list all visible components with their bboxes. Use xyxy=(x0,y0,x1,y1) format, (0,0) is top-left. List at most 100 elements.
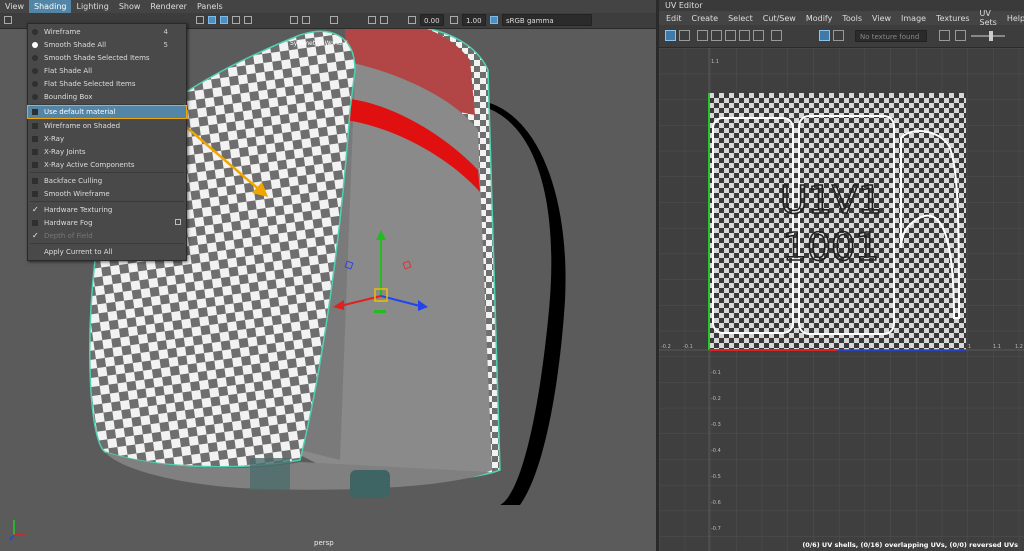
viewport-panel[interactable]: View Shading Lighting Show Renderer Pane… xyxy=(0,0,656,551)
uv-menu-select[interactable]: Select xyxy=(723,14,758,23)
shadows-icon[interactable] xyxy=(244,16,252,24)
axis-label: 1.1 xyxy=(993,344,1001,350)
menu-item-xray-active-components[interactable]: X-Ray Active Components xyxy=(28,159,186,171)
axis-label: 1.2 xyxy=(1015,344,1023,350)
viewport-menubar: View Shading Lighting Show Renderer Pane… xyxy=(0,0,656,13)
menu-item-xray-joints[interactable]: X-Ray Joints xyxy=(28,146,186,158)
menu-divider xyxy=(30,201,184,202)
axis-label: -0.3 xyxy=(711,422,721,428)
axis-label: 1 xyxy=(968,344,971,350)
gamma-field[interactable]: 1.00 xyxy=(462,14,486,26)
axis-label: -0.2 xyxy=(661,344,671,350)
option-box-icon[interactable] xyxy=(175,219,181,225)
menu-item-smooth-wireframe[interactable]: Smooth Wireframe xyxy=(28,188,186,200)
uv-tile-label-name: U1V1 xyxy=(780,178,882,222)
uv-canvas[interactable]: U1V1 1001 1.1 -0.2 -0.1 1 1.1 1.2 -0.1 -… xyxy=(659,48,1024,551)
color-management-icon[interactable] xyxy=(490,16,498,24)
uv-exposure-icon[interactable] xyxy=(955,30,966,41)
menu-item-flat-shade-all[interactable]: Flat Shade All xyxy=(28,65,186,77)
uv-editor-menubar: Edit Create Select Cut/Sew Modify Tools … xyxy=(659,9,1024,27)
menu-view[interactable]: View xyxy=(0,0,29,13)
menu-item-smooth-shade-selected[interactable]: Smooth Shade Selected Items xyxy=(28,52,186,64)
axis-label: -0.5 xyxy=(711,474,721,480)
axis-label: -0.6 xyxy=(711,500,721,506)
menu-item-smooth-shade-all[interactable]: Smooth Shade All 5 xyxy=(28,39,186,51)
axis-label: -0.2 xyxy=(711,396,721,402)
uv-menu-image[interactable]: Image xyxy=(896,14,931,23)
camera-label: persp xyxy=(314,539,334,547)
uv-bake-icon[interactable] xyxy=(753,30,764,41)
shading-menu: Wireframe 4 Smooth Shade All 5 Smooth Shad… xyxy=(27,23,187,261)
menu-item-depth-of-field: ✓ Depth of Field xyxy=(32,231,93,240)
exposure-icon[interactable] xyxy=(408,16,416,24)
uv-shaded-icon[interactable] xyxy=(697,30,708,41)
menu-renderer[interactable]: Renderer xyxy=(145,0,192,13)
axis-label: -0.1 xyxy=(683,344,693,350)
wireframe-icon[interactable] xyxy=(196,16,204,24)
uv-tile-label-number: 1001 xyxy=(783,225,880,269)
textured-icon[interactable] xyxy=(220,16,228,24)
menu-item-backface-culling[interactable]: Backface Culling xyxy=(28,175,186,187)
uv-menu-cut-sew[interactable]: Cut/Sew xyxy=(758,14,801,23)
uv-distortion-icon[interactable] xyxy=(711,30,722,41)
menu-divider xyxy=(30,243,184,244)
xray-icon[interactable] xyxy=(302,16,310,24)
smooth-shade-icon[interactable] xyxy=(208,16,216,24)
uv-dim-image-icon[interactable] xyxy=(739,30,750,41)
symmetry-label: Symmetry: World X xyxy=(290,40,348,47)
colorspace-dropdown[interactable]: sRGB gamma xyxy=(502,14,592,26)
menu-item-use-default-material[interactable]: Use default material xyxy=(27,105,187,119)
menu-item-flat-shade-selected[interactable]: Flat Shade Selected Items xyxy=(28,78,186,90)
uv-editor-toolbar: No texture found xyxy=(659,25,1024,48)
uv-grid: U1V1 1001 1.1 -0.2 -0.1 1 1.1 1.2 -0.1 -… xyxy=(659,48,1024,551)
menu-item-apply-current-to-all[interactable]: Apply Current to All xyxy=(28,246,186,258)
uv-checker-icon[interactable] xyxy=(833,30,844,41)
menu-divider xyxy=(30,172,184,173)
uv-menu-create[interactable]: Create xyxy=(687,14,724,23)
menu-shading[interactable]: Shading xyxy=(28,0,72,13)
menu-item-bounding-box[interactable]: Bounding Box xyxy=(28,91,186,103)
uv-grid-icon[interactable] xyxy=(665,30,676,41)
bottom-strap xyxy=(250,458,290,490)
axis-label: -0.1 xyxy=(711,370,721,376)
uv-color-icon[interactable] xyxy=(939,30,950,41)
axis-label: 1.1 xyxy=(711,59,719,65)
menu-item-hardware-fog[interactable]: Hardware Fog xyxy=(28,217,186,229)
uv-menu-help[interactable]: Help xyxy=(1002,14,1024,23)
film-gate-icon[interactable] xyxy=(368,16,376,24)
uv-camera-icon[interactable] xyxy=(771,30,782,41)
uv-menu-textures[interactable]: Textures xyxy=(931,14,974,23)
uv-editor-title: UV Editor xyxy=(659,0,1024,11)
uv-menu-view[interactable]: View xyxy=(867,14,896,23)
menu-item-wireframe-on-shaded[interactable]: Wireframe on Shaded xyxy=(28,120,186,132)
exposure-slider-handle[interactable] xyxy=(989,31,993,41)
menu-item-wireframe[interactable]: Wireframe 4 xyxy=(28,26,186,38)
uv-status-bar: (0/6) UV shells, (0/16) overlapping UVs,… xyxy=(802,541,1018,549)
exposure-slider[interactable] xyxy=(971,35,1005,37)
uv-image-display-icon[interactable] xyxy=(819,30,830,41)
resolution-gate-icon[interactable] xyxy=(380,16,388,24)
uv-editor-panel: UV Editor Edit Create Select Cut/Sew Mod… xyxy=(659,0,1024,551)
xray-joints-icon[interactable] xyxy=(330,16,338,24)
gamma-icon[interactable] xyxy=(450,16,458,24)
select-camera-icon[interactable] xyxy=(4,16,12,24)
uv-menu-edit[interactable]: Edit xyxy=(661,14,687,23)
checkmark-icon: ✓ xyxy=(32,231,39,240)
menu-panels[interactable]: Panels xyxy=(192,0,228,13)
uv-texture-borders-icon[interactable] xyxy=(725,30,736,41)
texture-field[interactable]: No texture found xyxy=(855,30,927,42)
menu-item-xray[interactable]: X-Ray xyxy=(28,133,186,145)
uv-snap-icon[interactable] xyxy=(679,30,690,41)
isolate-icon[interactable] xyxy=(290,16,298,24)
menu-item-hardware-texturing[interactable]: ✓ Hardware Texturing xyxy=(28,204,186,216)
menu-show[interactable]: Show xyxy=(114,0,146,13)
exposure-field[interactable]: 0.00 xyxy=(420,14,444,26)
axis-label: -0.7 xyxy=(711,526,721,532)
uv-menu-tools[interactable]: Tools xyxy=(837,14,867,23)
menu-lighting[interactable]: Lighting xyxy=(71,0,113,13)
lights-icon[interactable] xyxy=(232,16,240,24)
checkmark-icon: ✓ xyxy=(32,205,39,214)
uv-menu-modify[interactable]: Modify xyxy=(801,14,838,23)
bottom-clip xyxy=(350,470,390,498)
axis-label: -0.4 xyxy=(711,448,721,454)
